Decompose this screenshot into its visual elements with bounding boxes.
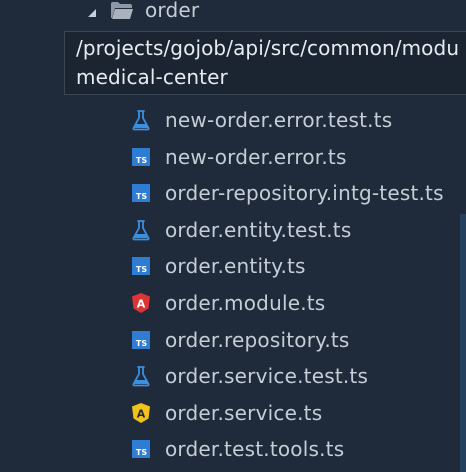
- file-name-label: order.entity.ts: [165, 254, 306, 278]
- file-row[interactable]: TS order.entity.ts: [0, 248, 466, 284]
- typescript-icon: TS: [131, 255, 151, 277]
- file-name-label: order.test.tools.ts: [165, 437, 345, 461]
- folder-open-icon: [110, 1, 134, 21]
- file-name-label: order.service.ts: [165, 401, 323, 425]
- path-tooltip: /projects/gojob/api/src/common/modu medi…: [64, 31, 466, 95]
- file-name-label: new-order.error.ts: [165, 145, 347, 169]
- ts-glyph: TS: [136, 448, 147, 457]
- file-row[interactable]: TS order.test.tools.ts: [0, 431, 466, 467]
- vertical-scrollbar[interactable]: [460, 214, 466, 472]
- expand-caret-icon[interactable]: [86, 4, 98, 17]
- typescript-icon: TS: [131, 182, 151, 204]
- tooltip-path-line-continued: medical-center: [76, 65, 228, 89]
- test-flask-icon: [131, 219, 151, 241]
- file-row[interactable]: Aorder.module.ts: [0, 285, 466, 321]
- svg-text:A: A: [137, 298, 146, 311]
- tooltip-path-line: /projects/gojob/api/src/common/modu: [76, 36, 460, 60]
- typescript-icon: TS: [131, 438, 151, 460]
- file-name-label: order.module.ts: [165, 291, 326, 315]
- typescript-icon: TS: [131, 146, 151, 168]
- ts-glyph: TS: [136, 192, 147, 201]
- test-flask-icon: [131, 365, 151, 387]
- file-row[interactable]: new-order.error.test.ts: [0, 102, 466, 138]
- file-name-label: order.entity.test.ts: [165, 218, 352, 242]
- ts-glyph: TS: [136, 265, 147, 274]
- file-row[interactable]: TS order-repository.intg-test.ts: [0, 175, 466, 211]
- ts-glyph: TS: [136, 339, 147, 348]
- angular-module-icon: A: [131, 292, 151, 314]
- file-name-label: order.service.test.ts: [165, 364, 369, 388]
- file-row[interactable]: TS order.repository.ts: [0, 322, 466, 358]
- test-flask-icon: [131, 109, 151, 131]
- file-name-label: order.repository.ts: [165, 328, 350, 352]
- ts-glyph: TS: [136, 156, 147, 165]
- file-row[interactable]: order.service.test.ts: [0, 358, 466, 394]
- folder-label: order: [145, 0, 200, 22]
- angular-service-icon: A: [131, 402, 151, 424]
- file-row[interactable]: order.entity.test.ts: [0, 212, 466, 248]
- svg-text:A: A: [137, 408, 146, 421]
- file-row[interactable]: TS new-order.error.ts: [0, 139, 466, 175]
- file-name-label: order-repository.intg-test.ts: [165, 181, 444, 205]
- typescript-icon: TS: [131, 329, 151, 351]
- file-name-label: new-order.error.test.ts: [165, 108, 393, 132]
- folder-row-order[interactable]: order: [0, 0, 466, 24]
- file-row[interactable]: Aorder.service.ts: [0, 395, 466, 431]
- file-explorer-tree: order /projects/gojob/api/src/common/mod…: [0, 0, 466, 472]
